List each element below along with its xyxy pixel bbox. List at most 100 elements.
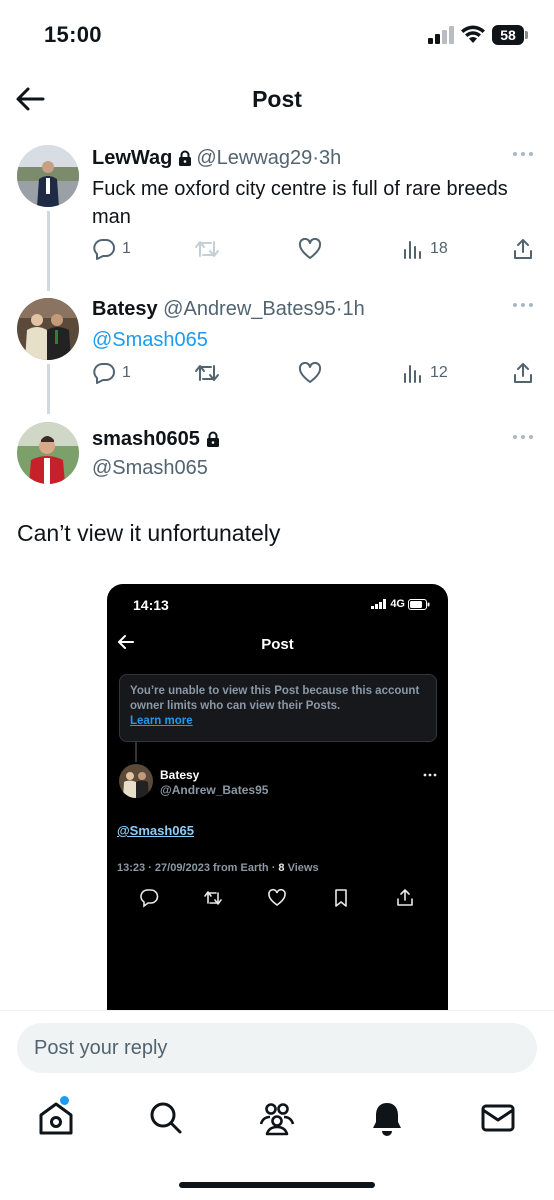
author-name[interactable]: Batesy	[92, 298, 158, 320]
communities-icon	[259, 1103, 295, 1136]
share-icon	[514, 239, 532, 259]
views-button[interactable]: 18	[402, 235, 448, 263]
avatar[interactable]	[17, 298, 79, 360]
embedded-author-handle: @Andrew_Bates95	[160, 783, 269, 797]
battery-level: 58	[492, 25, 524, 45]
nav-home[interactable]	[36, 1096, 76, 1138]
more-options-icon[interactable]	[512, 432, 534, 442]
more-options-icon[interactable]	[512, 149, 534, 159]
heart-icon	[298, 362, 322, 383]
post-time: 3h	[318, 147, 342, 169]
embedded-mention: @Smash065	[117, 823, 194, 838]
heart-icon	[298, 238, 322, 259]
wifi-icon	[461, 25, 485, 43]
share-button[interactable]	[512, 235, 534, 263]
views-icon	[404, 241, 421, 259]
embedded-actions	[135, 888, 415, 908]
reply-icon	[140, 889, 159, 908]
author-handle[interactable]: @Lewwag29	[196, 147, 312, 169]
author-handle[interactable]: @Smash065	[92, 457, 208, 479]
meta-text: 13:23 · 27/09/2023 from Earth ·	[117, 862, 279, 874]
notifications-icon	[373, 1103, 401, 1136]
reply-icon	[93, 239, 115, 260]
retweet-button[interactable]	[194, 359, 226, 387]
retweet-icon	[195, 241, 219, 257]
avatar[interactable]	[17, 422, 79, 484]
embedded-status-time: 14:13	[133, 597, 169, 613]
separator: ·	[312, 147, 319, 169]
author-name[interactable]: smash0605	[92, 428, 200, 450]
reply-count: 1	[122, 240, 131, 257]
views-icon	[404, 365, 421, 383]
reply-button[interactable]: 1	[92, 235, 131, 263]
tweet-text: Fuck me oxford city centre is full of ra…	[92, 178, 508, 228]
learn-more-link: Learn more	[130, 715, 193, 727]
tweet-smash0605[interactable]: smash0605 @Smash065	[0, 422, 554, 508]
tweet-header: LewWag @Lewwag29·3h	[92, 147, 341, 170]
post-time: 1h	[342, 298, 365, 320]
lock-icon	[206, 431, 219, 447]
like-button[interactable]	[298, 235, 322, 263]
nav-messages[interactable]	[478, 1098, 518, 1138]
attached-screenshot[interactable]: 14:13 4G Post You’re unable to view this…	[107, 584, 448, 1024]
views-button[interactable]: 12	[402, 359, 448, 387]
tweet-actions: 1 12	[92, 359, 542, 389]
nav-notifications[interactable]	[367, 1098, 407, 1138]
notification-dot	[60, 1096, 69, 1105]
search-icon	[150, 1102, 182, 1134]
tweet-lewwag[interactable]: LewWag @Lewwag29·3h Fuck me oxford city c…	[0, 145, 554, 291]
reply-input[interactable]	[17, 1023, 537, 1073]
home-icon	[39, 1102, 73, 1135]
avatar	[119, 764, 153, 798]
signal-icon	[371, 599, 387, 609]
author-name[interactable]: LewWag	[92, 147, 172, 169]
share-icon	[397, 889, 413, 906]
nav-search[interactable]	[146, 1098, 186, 1138]
page-header: Post	[0, 70, 554, 130]
embedded-author-name: Batesy	[160, 768, 200, 782]
reply-icon	[93, 363, 115, 384]
notice-text: You’re unable to view this Post because …	[130, 685, 420, 712]
tweet-actions: 1 18	[92, 235, 542, 265]
battery-tip	[525, 31, 528, 39]
bottom-nav	[0, 1090, 554, 1200]
view-count: 18	[430, 240, 448, 257]
lock-icon	[179, 150, 192, 166]
reply-button[interactable]: 1	[92, 359, 131, 387]
reply-bar	[0, 1010, 554, 1090]
handle-line: @Smash065	[92, 454, 542, 482]
battery-icon: 58	[492, 25, 528, 45]
more-options-icon	[423, 773, 437, 777]
share-icon	[514, 363, 532, 383]
views-label: Views	[284, 862, 319, 874]
network-label: 4G	[390, 598, 405, 610]
avatar[interactable]	[17, 145, 79, 207]
thread-line	[135, 742, 137, 762]
restricted-notice: You’re unable to view this Post because …	[119, 674, 437, 742]
more-options-icon[interactable]	[512, 300, 534, 310]
heart-icon	[268, 888, 286, 906]
reply-count: 1	[122, 364, 131, 381]
author-handle[interactable]: @Andrew_Bates95	[163, 298, 336, 320]
retweet-icon	[204, 891, 222, 905]
thread-line	[47, 364, 50, 414]
embedded-meta: 13:23 · 27/09/2023 from Earth · 8 Views	[117, 862, 319, 874]
tweet-batesy[interactable]: Batesy @Andrew_Bates95·1h @Smash065 1 12	[0, 296, 554, 414]
nav-communities[interactable]	[257, 1098, 297, 1138]
retweet-icon	[195, 365, 219, 381]
share-button[interactable]	[512, 359, 534, 387]
view-count: 12	[430, 364, 448, 381]
tweet-header: smash0605	[92, 428, 224, 451]
battery-icon	[408, 598, 430, 610]
thread-line	[47, 211, 50, 291]
mention-link[interactable]: @Smash065	[92, 326, 542, 354]
messages-icon	[481, 1104, 515, 1132]
bookmark-icon	[335, 889, 347, 907]
focused-tweet-text: Can’t view it unfortunately	[17, 520, 281, 546]
like-button[interactable]	[298, 359, 322, 387]
retweet-button[interactable]	[194, 235, 226, 263]
signal-icon	[428, 26, 454, 44]
status-time: 15:00	[44, 22, 102, 47]
embedded-page-title: Post	[261, 636, 294, 653]
home-indicator	[179, 1182, 375, 1188]
